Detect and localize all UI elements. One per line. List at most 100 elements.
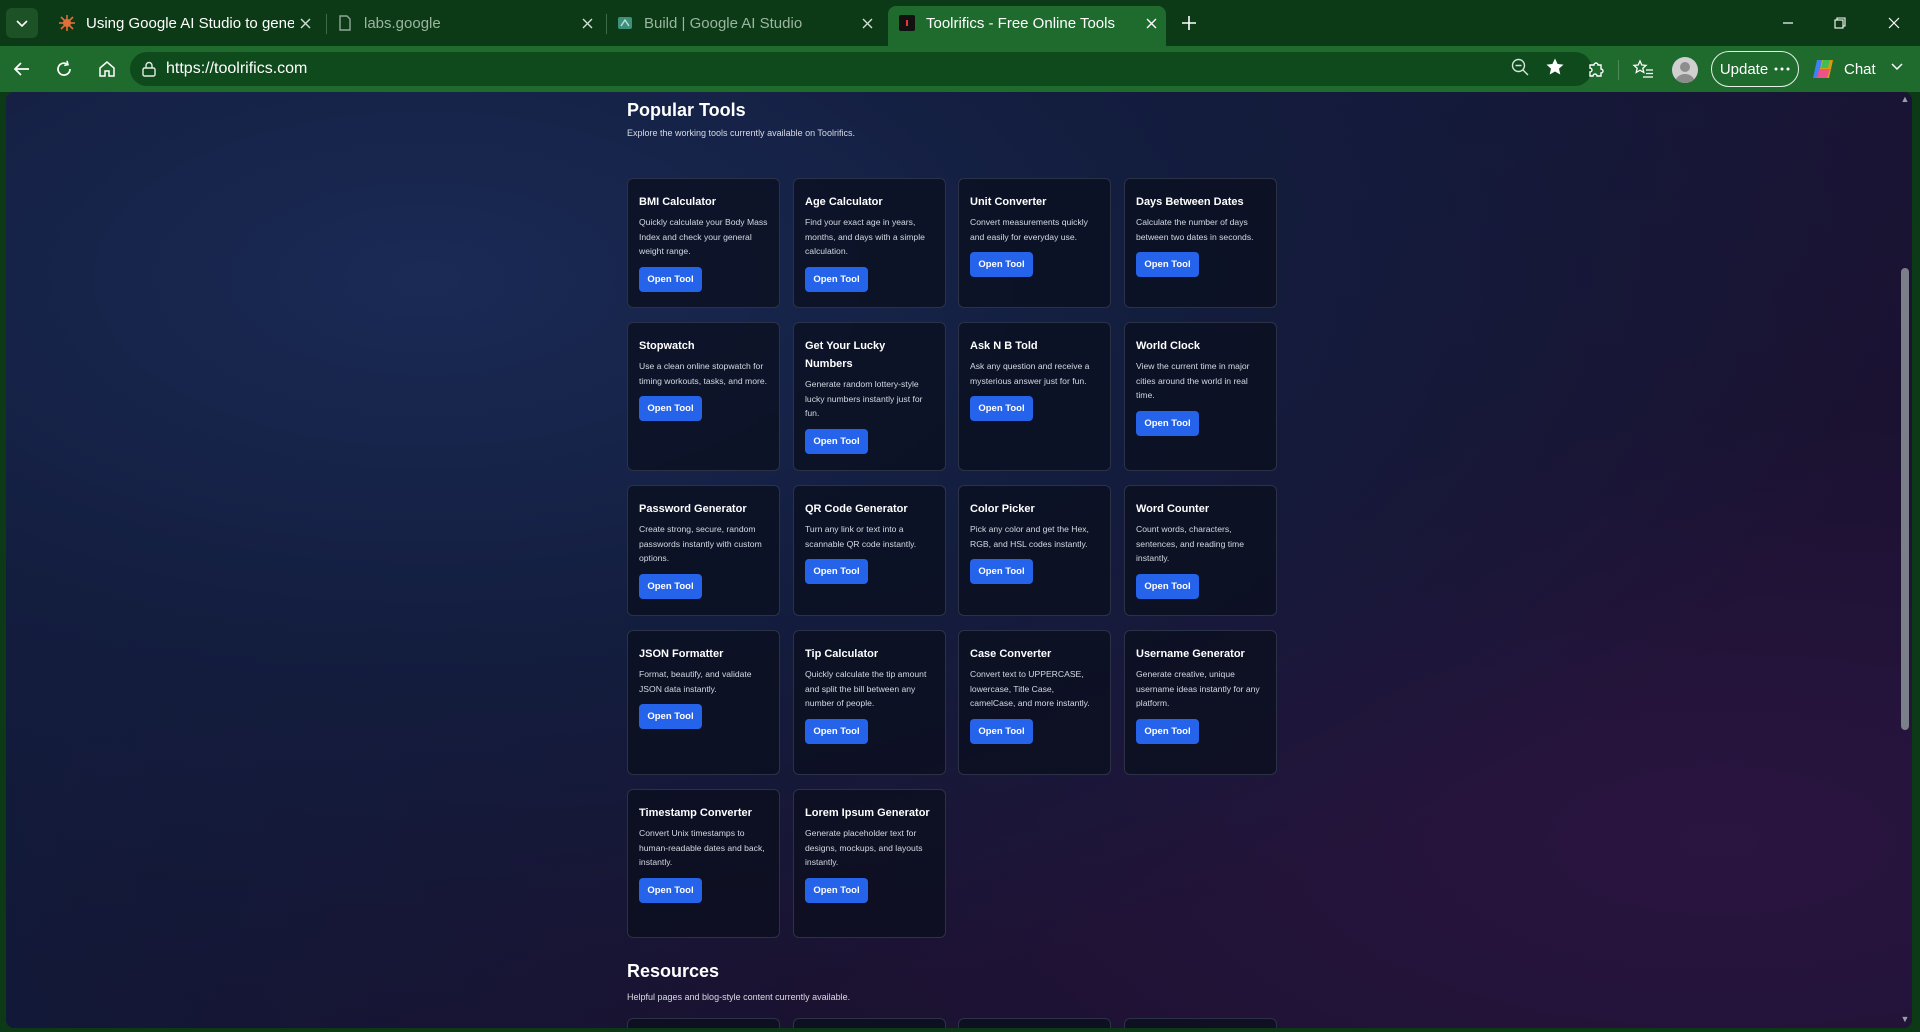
extensions-button[interactable] [1580, 53, 1612, 85]
profile-avatar[interactable] [1672, 57, 1698, 83]
tool-card-tip-calculator: Tip Calculator Quickly calculate the tip… [793, 630, 946, 775]
card-title: Word Counter [1136, 503, 1210, 515]
vertical-scrollbar[interactable]: ▲ ▼ [1898, 92, 1912, 1028]
resource-card [793, 1018, 946, 1028]
card-title: BMI Calculator [639, 196, 717, 208]
tab-toolrifics[interactable]: Toolrifics - Free Online Tools [888, 6, 1166, 46]
page-favicon-icon [339, 15, 351, 31]
card-description: Convert measurements quickly and easily … [970, 217, 1088, 242]
chat-label: Chat [1844, 60, 1876, 78]
open-tool-button[interactable]: Open Tool [805, 559, 868, 584]
open-tool-button[interactable]: Open Tool [805, 428, 868, 454]
refresh-icon [57, 60, 71, 76]
card-title: JSON Formatter [639, 648, 724, 660]
card-description: Quickly calculate your Body Mass Index a… [639, 217, 768, 256]
open-tool-button[interactable]: Open Tool [639, 573, 702, 599]
open-tool-button[interactable]: Open Tool [639, 877, 702, 903]
open-tool-button[interactable]: Open Tool [1136, 252, 1199, 277]
home-icon [99, 61, 115, 77]
tool-card-ask-n-b-told: Ask N B Told Ask any question and receiv… [958, 322, 1111, 471]
favorite-button[interactable] [1541, 53, 1569, 81]
tool-card-word-counter: Word Counter Count words, characters, se… [1124, 485, 1277, 616]
card-title: Ask N B Told [970, 340, 1038, 352]
url-text: https://toolrifics.com [166, 60, 308, 77]
tool-card-age-calculator: Age Calculator Find your exact age in ye… [793, 178, 946, 308]
zoom-button[interactable] [1506, 53, 1534, 81]
close-tab-icon[interactable] [1140, 12, 1162, 34]
open-tool-button[interactable]: Open Tool [805, 877, 868, 903]
open-tool-button[interactable]: Open Tool [970, 559, 1033, 584]
home-button[interactable] [91, 53, 123, 85]
card-title: QR Code Generator [805, 503, 908, 515]
open-tool-button[interactable]: Open Tool [805, 718, 868, 744]
close-tab-icon[interactable] [294, 12, 316, 34]
favorites-button[interactable] [1627, 53, 1659, 85]
popular-tools-heading: Popular Tools [627, 100, 746, 120]
card-title: Unit Converter [970, 196, 1047, 208]
open-tool-button[interactable]: Open Tool [1136, 573, 1199, 599]
open-tool-button[interactable]: Open Tool [639, 266, 702, 292]
close-tab-icon[interactable] [576, 12, 598, 34]
tool-card-unit-converter: Unit Converter Convert measurements quic… [958, 178, 1111, 308]
card-description: View the current time in major cities ar… [1136, 361, 1250, 400]
tool-card-stopwatch: Stopwatch Use a clean online stopwatch f… [627, 322, 780, 471]
puzzle-icon [1589, 62, 1604, 77]
card-title: Get Your Lucky Numbers [805, 340, 886, 370]
resource-card [1124, 1018, 1277, 1028]
scroll-up-arrow-icon[interactable]: ▲ [1900, 94, 1910, 104]
card-title: Lorem Ipsum Generator [805, 807, 930, 819]
scrollbar-thumb[interactable] [1901, 268, 1909, 730]
card-title: World Clock [1136, 340, 1200, 352]
close-window-button[interactable] [1872, 6, 1916, 40]
update-button[interactable]: Update [1711, 51, 1799, 87]
open-tool-button[interactable]: Open Tool [639, 704, 702, 729]
tool-card-username-generator: Username Generator Generate creative, un… [1124, 630, 1277, 775]
tab-actions-menu-button[interactable] [6, 8, 38, 38]
tab-labs-google[interactable]: labs.google [326, 6, 602, 40]
plus-icon [1182, 16, 1196, 30]
open-tool-button[interactable]: Open Tool [970, 252, 1033, 277]
arrow-left-icon [13, 62, 29, 76]
address-bar[interactable]: https://toolrifics.com [130, 52, 1592, 86]
new-tab-button[interactable] [1176, 10, 1202, 36]
open-tool-button[interactable]: Open Tool [970, 396, 1033, 421]
star-filled-icon [1546, 58, 1564, 75]
refresh-button[interactable] [48, 53, 80, 85]
more-dots-icon [1774, 67, 1790, 71]
tool-card-password-generator: Password Generator Create strong, secure… [627, 485, 780, 616]
card-description: Ask any question and receive a mysteriou… [970, 361, 1090, 386]
tab-title: Build | Google AI Studio [644, 14, 803, 32]
back-button[interactable] [6, 53, 38, 85]
tool-card-timestamp-converter: Timestamp Converter Convert Unix timesta… [627, 789, 780, 938]
tab-title: labs.google [364, 14, 441, 32]
open-tool-button[interactable]: Open Tool [1136, 718, 1199, 744]
open-tool-button[interactable]: Open Tool [639, 396, 702, 421]
card-title: Case Converter [970, 648, 1052, 660]
restore-icon [1834, 17, 1846, 29]
tab-ai-studio-article[interactable]: Using Google AI Studio to generat [48, 6, 320, 40]
site-info-icon[interactable] [140, 60, 158, 78]
card-description: Generate placeholder text for designs, m… [805, 828, 923, 867]
card-description: Format, beautify, and validate JSON data… [639, 669, 752, 694]
card-title: Username Generator [1136, 648, 1245, 660]
close-tab-icon[interactable] [856, 12, 878, 34]
minimize-button[interactable] [1766, 6, 1810, 40]
card-description: Quickly calculate the tip amount and spl… [805, 669, 927, 708]
card-description: Turn any link or text into a scannable Q… [805, 524, 917, 549]
card-description: Convert Unix timestamps to human-readabl… [639, 828, 765, 867]
chevron-down-icon [16, 20, 28, 28]
card-title: Color Picker [970, 503, 1035, 515]
restore-button[interactable] [1818, 6, 1862, 40]
tool-card-bmi-calculator: BMI Calculator Quickly calculate your Bo… [627, 178, 780, 308]
copilot-chat-button[interactable]: Chat [1810, 53, 1876, 85]
card-description: Count words, characters, sentences, and … [1136, 524, 1244, 563]
open-tool-button[interactable]: Open Tool [805, 266, 868, 292]
scroll-down-arrow-icon[interactable]: ▼ [1900, 1014, 1910, 1024]
resources-heading: Resources [627, 961, 720, 981]
card-title: Days Between Dates [1136, 196, 1244, 208]
chevron-down-icon[interactable] [1890, 59, 1904, 73]
tab-build-ai-studio[interactable]: Build | Google AI Studio [606, 6, 882, 40]
toolbar-separator [1618, 60, 1619, 80]
open-tool-button[interactable]: Open Tool [1136, 410, 1199, 436]
open-tool-button[interactable]: Open Tool [970, 718, 1033, 744]
